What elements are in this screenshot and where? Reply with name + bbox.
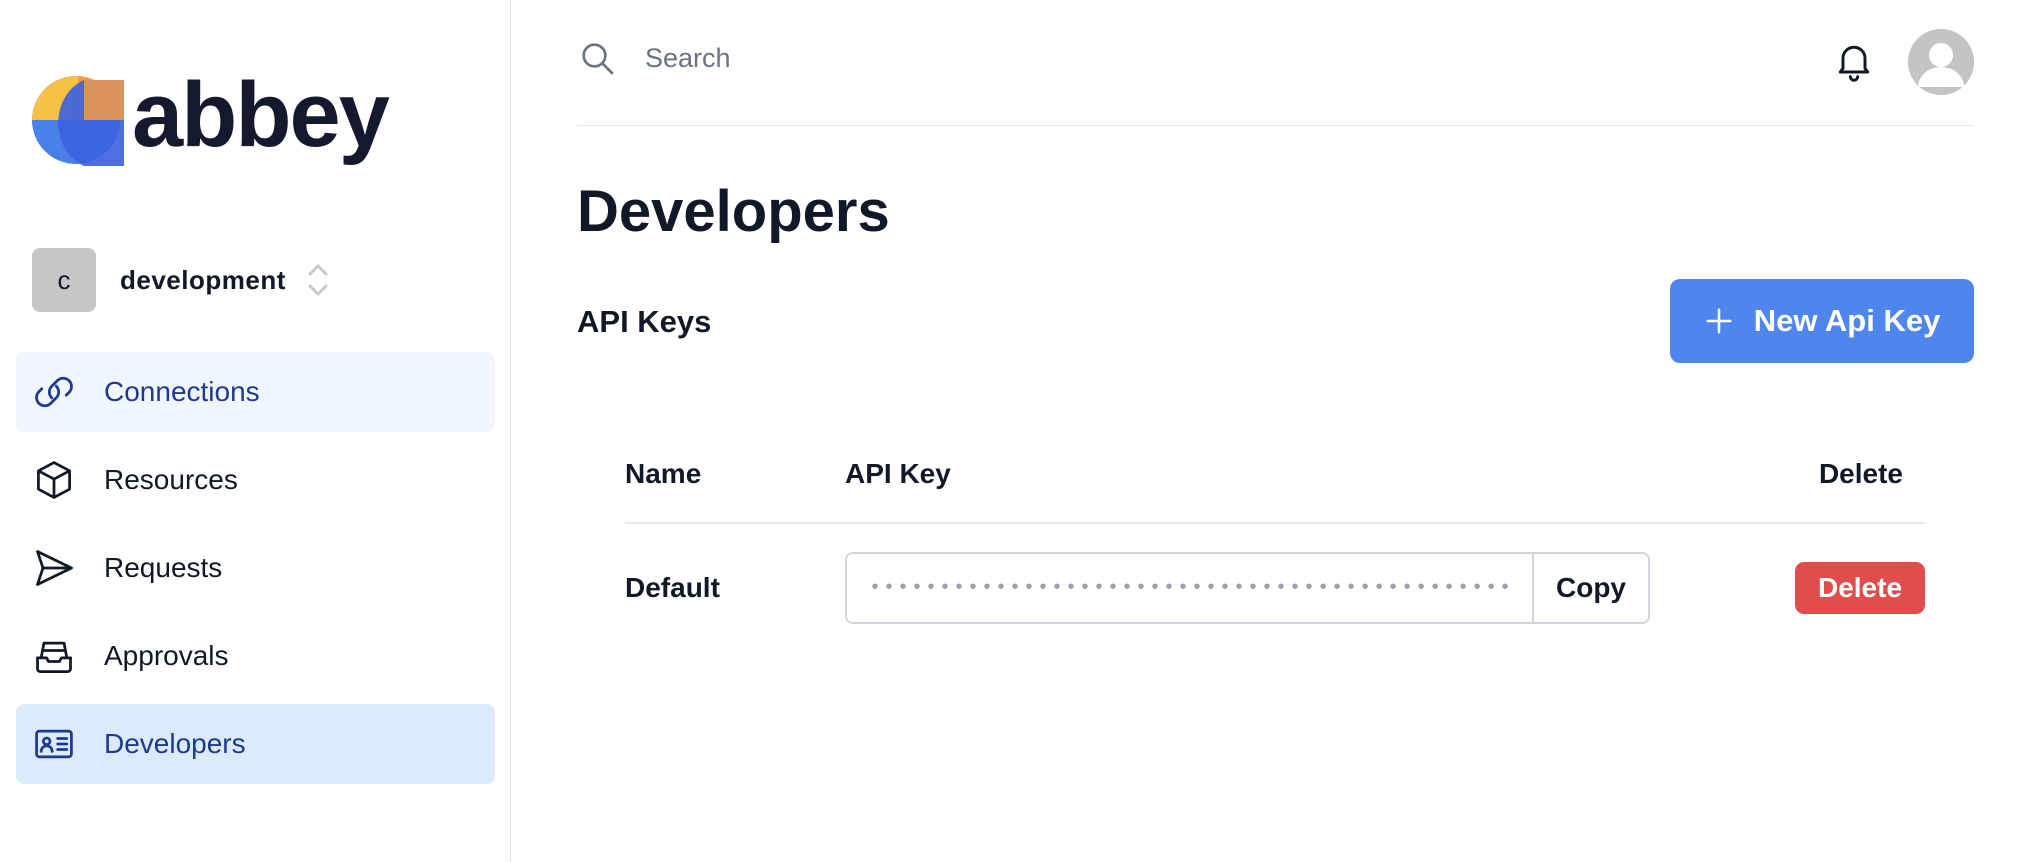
sidebar-item-developers[interactable]: Developers	[16, 704, 495, 784]
abbey-logo[interactable]: abbey	[32, 69, 390, 166]
copy-button[interactable]: Copy	[1532, 554, 1648, 622]
sidebar-item-label: Resources	[104, 464, 238, 495]
user-avatar-icon	[1908, 29, 1974, 95]
link-icon	[32, 370, 76, 414]
new-api-key-label: New Api Key	[1753, 303, 1941, 338]
column-header-name: Name	[625, 458, 702, 489]
sidebar-nav: Connections Resources Requests Approvals…	[16, 352, 495, 792]
id-card-icon	[32, 722, 76, 766]
delete-button[interactable]: Delete	[1795, 562, 1925, 614]
plus-icon	[1706, 308, 1732, 334]
table-header: Name API Key Delete	[625, 430, 1925, 524]
paper-plane-icon	[32, 546, 76, 590]
sidebar-item-connections[interactable]: Connections	[16, 352, 495, 432]
section-title-api-keys: API Keys	[577, 304, 712, 339]
new-api-key-button[interactable]: New Api Key	[1670, 279, 1974, 363]
column-header-delete: Delete	[1818, 458, 1903, 489]
sidebar-item-label: Approvals	[104, 640, 229, 671]
environment-avatar: c	[32, 248, 96, 312]
sidebar-item-label: Connections	[104, 376, 260, 407]
table-row: Default Copy Delete	[625, 524, 1925, 664]
sidebar: abbey c development Connections Resource…	[0, 0, 511, 862]
top-bar	[577, 0, 1974, 126]
bell-icon[interactable]	[1832, 38, 1876, 84]
page-title: Developers	[577, 179, 890, 244]
environment-switcher[interactable]: c development	[32, 248, 330, 312]
sidebar-item-requests[interactable]: Requests	[16, 528, 495, 608]
inbox-stack-icon	[32, 634, 76, 678]
sidebar-item-resources[interactable]: Resources	[16, 440, 495, 520]
api-key-input[interactable]	[847, 554, 1532, 622]
user-avatar[interactable]	[1908, 29, 1974, 95]
sidebar-item-approvals[interactable]: Approvals	[16, 616, 495, 696]
search-bar[interactable]	[577, 38, 1343, 78]
chevron-up-down-icon	[308, 264, 328, 296]
sidebar-item-label: Requests	[104, 552, 223, 583]
column-header-api-key: API Key	[845, 458, 951, 489]
api-key-field-group: Copy	[845, 552, 1650, 624]
search-icon	[582, 43, 614, 75]
environment-name: development	[120, 264, 286, 295]
logo-mark-icon	[32, 74, 124, 166]
logo-text: abbey	[132, 64, 390, 166]
search-input[interactable]	[643, 41, 1343, 75]
api-keys-table: Name API Key Delete Default Copy Delete	[625, 430, 1925, 664]
sidebar-item-label: Developers	[104, 728, 246, 759]
cube-icon	[32, 458, 76, 502]
api-key-name: Default	[625, 572, 720, 603]
